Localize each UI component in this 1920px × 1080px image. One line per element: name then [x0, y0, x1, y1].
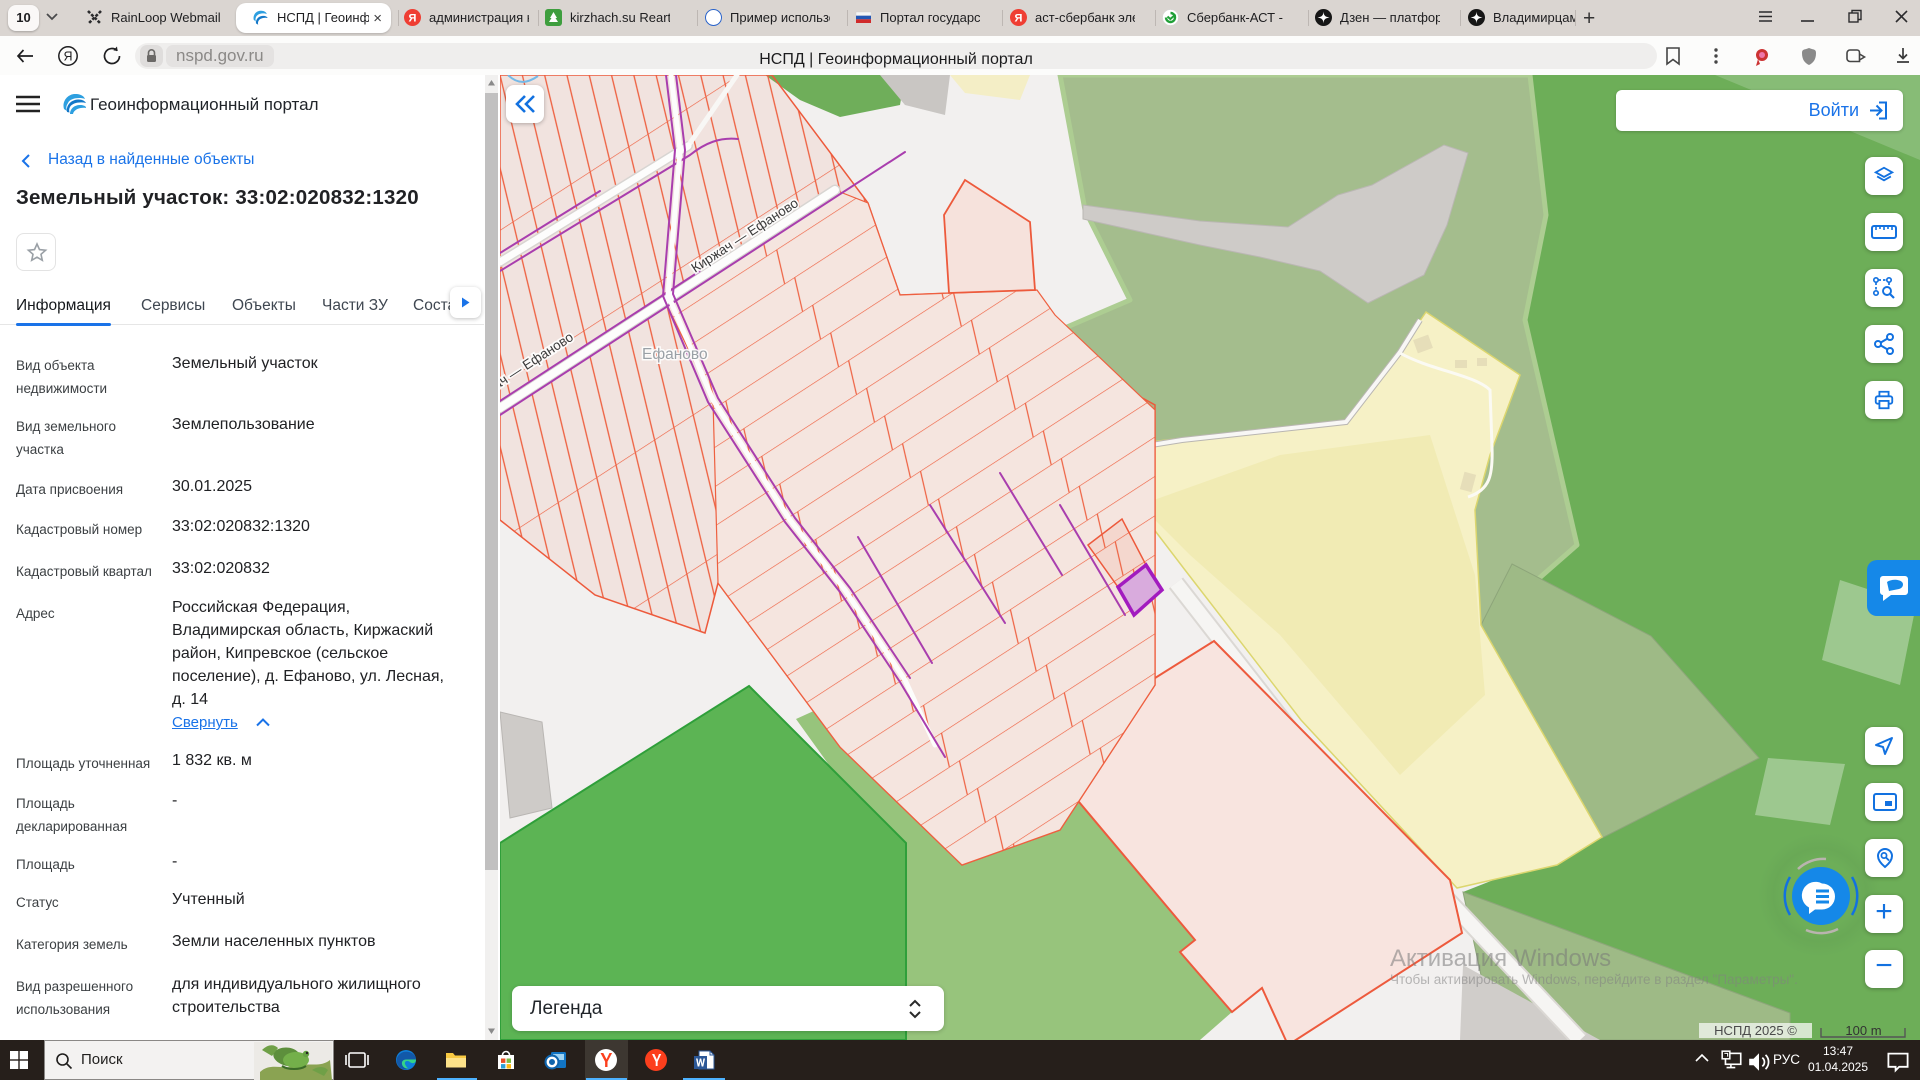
- svg-text:Я: Я: [409, 13, 417, 25]
- svg-text:Я: Я: [63, 50, 72, 64]
- svg-text:Я: Я: [1015, 13, 1023, 25]
- svg-text:Ефаново: Ефаново: [642, 346, 708, 363]
